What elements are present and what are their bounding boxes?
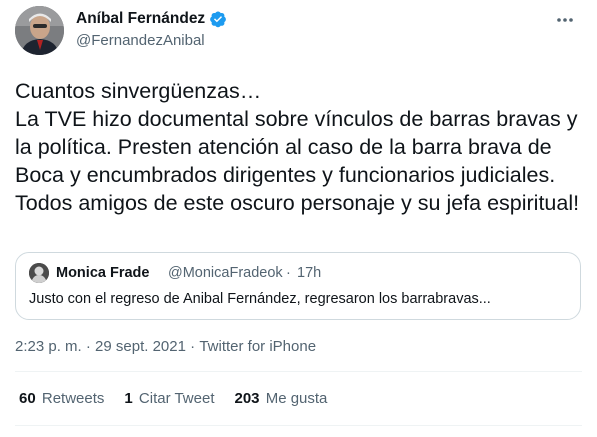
quoted-separator: · — [286, 265, 291, 281]
divider — [15, 425, 582, 426]
quoted-author-handle: @MonicaFradeok — [168, 265, 283, 281]
tweet-time[interactable]: 2:23 p. m. — [15, 338, 82, 355]
retweets-label: Retweets — [41, 390, 105, 407]
quoted-time[interactable]: 17h — [297, 265, 321, 281]
author-avatar[interactable] — [15, 6, 64, 55]
author-display-name[interactable]: Aníbal Fernández — [76, 10, 205, 28]
verified-badge-icon — [209, 10, 227, 28]
likes-count: 203 — [234, 390, 260, 407]
quoted-tweet-card[interactable]: Monica Frade @MonicaFradeok · 17h Justo … — [15, 252, 581, 320]
tweet-stats: 60 Retweets 1 Citar Tweet 203 Me gusta — [19, 390, 347, 407]
author-name-row: Aníbal Fernández — [76, 10, 227, 28]
tweet-text: Cuantos sinvergüenzas… La TVE hizo docum… — [15, 79, 580, 215]
tweet-source[interactable]: Twitter for iPhone — [199, 338, 316, 355]
tweet-date[interactable]: 29 sept. 2021 — [95, 338, 186, 355]
divider — [15, 371, 582, 372]
quoted-author-name: Monica Frade — [56, 265, 150, 281]
retweets-count: 60 — [19, 390, 36, 407]
meta-separator: · — [81, 338, 96, 355]
quotes-count: 1 — [124, 390, 133, 407]
author-handle[interactable]: @FernandezAnibal — [76, 32, 205, 49]
tweet-meta: 2:23 p. m. · 29 sept. 2021 · Twitter for… — [15, 338, 316, 355]
likes-stat[interactable]: 203 Me gusta — [235, 390, 328, 407]
quotes-stat[interactable]: 1 Citar Tweet — [124, 390, 214, 407]
quoted-tweet-text: Justo con el regreso de Anibal Fernández… — [29, 291, 491, 307]
meta-separator: · — [185, 338, 200, 355]
more-options-icon[interactable] — [555, 10, 575, 30]
quotes-label: Citar Tweet — [138, 390, 215, 407]
likes-label: Me gusta — [265, 390, 328, 407]
retweets-stat[interactable]: 60 Retweets — [19, 390, 104, 407]
quoted-author-avatar[interactable] — [29, 263, 49, 283]
